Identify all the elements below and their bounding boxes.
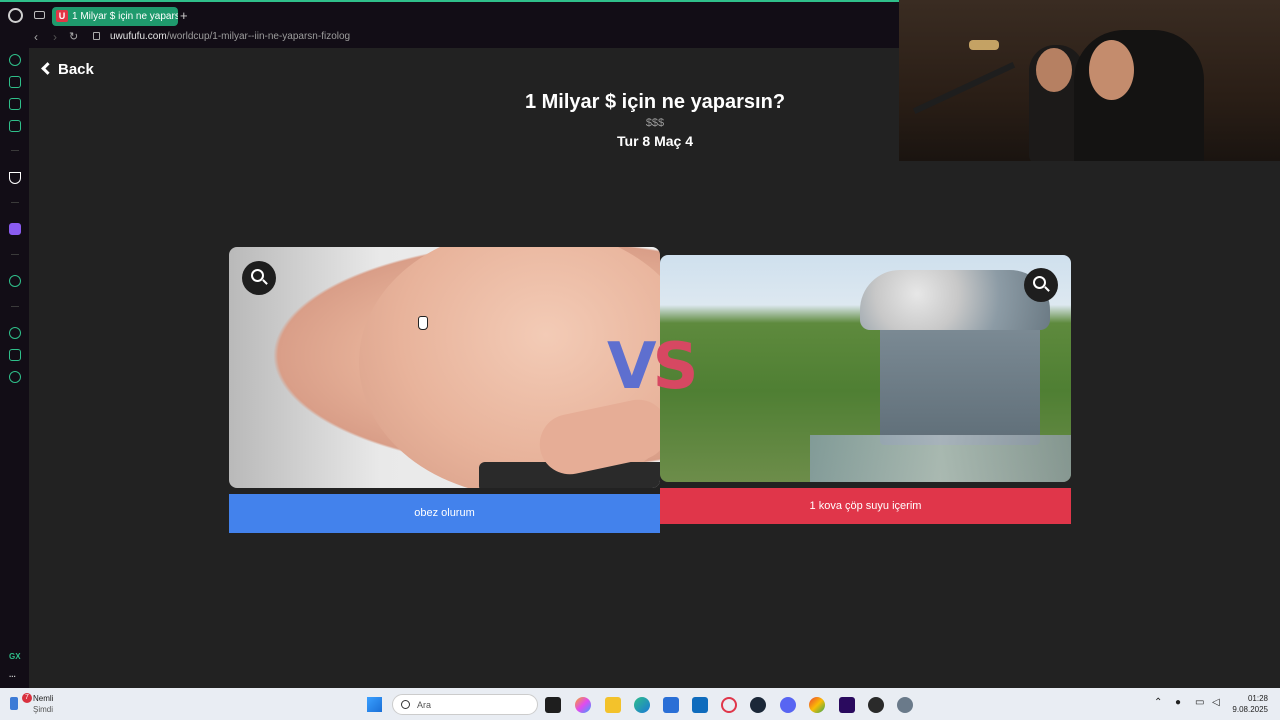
refresh-icon[interactable] xyxy=(9,54,21,66)
weather-widget[interactable]: 7 xyxy=(10,693,32,711)
chevron-left-icon xyxy=(41,62,54,75)
clock-time: 01:28 xyxy=(1247,694,1268,703)
address-bar: ‹ › ↻ uwufufu.com/worldcup/1-milyar--iin… xyxy=(0,28,900,48)
zoom-right-icon[interactable] xyxy=(1024,268,1058,302)
ground-trash-shape xyxy=(810,435,1071,482)
gx-label[interactable]: GX xyxy=(9,652,21,661)
reload-icon[interactable]: ↻ xyxy=(69,30,78,43)
url-path: /worldcup/1-milyar--iin-ne-yaparsn-fizol… xyxy=(166,31,351,42)
mic-icon[interactable]: ● xyxy=(1175,697,1181,708)
lamp-shape xyxy=(969,40,999,50)
browser-tab[interactable]: U 1 Milyar $ için ne yaparsın xyxy=(52,7,178,26)
tray-chevron-icon[interactable]: ⌃ xyxy=(1154,697,1162,708)
twitch-icon[interactable] xyxy=(9,223,21,235)
sidebar-divider xyxy=(11,202,19,203)
chrome-icon[interactable] xyxy=(809,697,825,713)
premiere-icon[interactable] xyxy=(839,697,855,713)
weather-label: Nemli xyxy=(33,694,54,703)
taskbar: 7 Nemli Şimdi Ara ⌃ ● ▭ ◁ 01:28 9.08.202… xyxy=(0,688,1280,720)
flow-icon[interactable] xyxy=(9,98,21,110)
volume-icon[interactable]: ◁ xyxy=(1212,697,1220,708)
clock[interactable]: 01:28 9.08.2025 xyxy=(1232,693,1268,715)
sidebar-divider xyxy=(11,306,19,307)
sidebar-divider xyxy=(11,150,19,151)
weather-badge: 7 xyxy=(22,693,32,703)
webcam-overlay xyxy=(899,0,1280,161)
trash-pile-shape xyxy=(860,270,1050,330)
round-label: Tur 8 Maç 4 xyxy=(617,133,693,149)
url-field[interactable]: uwufufu.com/worldcup/1-milyar--iin-ne-ya… xyxy=(110,31,350,42)
sidebar: GX ... xyxy=(0,48,29,688)
face-right-shape xyxy=(1089,40,1134,100)
page-title: 1 Milyar $ için ne yaparsın? xyxy=(524,91,786,113)
title-block: 1 Milyar $ için ne yaparsın? $$$ Tur 8 M… xyxy=(425,91,885,149)
tab-title: 1 Milyar $ için ne yaparsın xyxy=(72,11,178,22)
forward-nav-icon[interactable]: › xyxy=(53,30,57,44)
page-description: $$$ xyxy=(645,117,665,129)
option-left-button[interactable]: obez olurum xyxy=(229,494,660,533)
search-icon xyxy=(401,700,410,709)
network-icon[interactable]: ▭ xyxy=(1195,697,1204,708)
weather-sub: Şimdi xyxy=(33,705,54,714)
new-tab-button[interactable]: + xyxy=(180,8,188,23)
task-view-icon[interactable] xyxy=(545,697,561,713)
option-right-button[interactable]: 1 kova çöp suyu içerim xyxy=(660,488,1071,524)
clock-date: 9.08.2025 xyxy=(1232,705,1268,714)
start-icon[interactable] xyxy=(367,697,382,712)
tab-islands-icon[interactable] xyxy=(34,11,45,19)
back-label: Back xyxy=(58,61,94,78)
lens-handle xyxy=(1044,286,1050,292)
sidebar-more-icon[interactable]: ... xyxy=(9,670,16,679)
screen: U 1 Milyar $ için ne yaparsın + ‹ › ↻ uw… xyxy=(0,0,1280,720)
option-left-image[interactable] xyxy=(229,247,660,488)
opera-logo-icon[interactable] xyxy=(8,8,23,23)
search-placeholder: Ara xyxy=(417,700,432,710)
edge-icon[interactable] xyxy=(634,697,650,713)
mic-arm-shape xyxy=(912,62,1016,114)
aria-icon[interactable] xyxy=(9,172,21,184)
lock-icon xyxy=(93,32,100,40)
steam-icon[interactable] xyxy=(750,697,766,713)
store-icon[interactable] xyxy=(663,697,679,713)
zoom-left-icon[interactable] xyxy=(242,261,276,295)
settings-app-icon[interactable] xyxy=(897,697,913,713)
vs-s: S xyxy=(652,330,699,404)
vs-label: VS xyxy=(607,330,699,404)
settings-icon[interactable] xyxy=(9,371,21,383)
player-icon[interactable] xyxy=(9,275,21,287)
history-icon[interactable] xyxy=(9,327,21,339)
extensions-icon[interactable] xyxy=(9,349,21,361)
taskbar-search[interactable]: Ara xyxy=(392,694,538,715)
discord-icon[interactable] xyxy=(780,697,796,713)
back-button[interactable]: Back xyxy=(41,61,94,78)
hand-cursor-icon xyxy=(418,316,428,330)
vs-v: V xyxy=(607,330,656,404)
url-domain: uwufufu.com xyxy=(110,31,167,42)
outlook-icon[interactable] xyxy=(692,697,708,713)
weather-icon xyxy=(10,697,18,710)
tab-favicon-icon: U xyxy=(56,10,68,22)
m-icon[interactable] xyxy=(9,120,21,132)
browser-tab-bar: U 1 Milyar $ için ne yaparsın + xyxy=(0,0,900,28)
opera-gx-icon[interactable] xyxy=(721,697,737,713)
copilot-icon[interactable] xyxy=(575,697,591,713)
back-nav-icon[interactable]: ‹ xyxy=(34,30,38,44)
lens-handle xyxy=(262,279,268,285)
face-left-shape xyxy=(1036,48,1072,92)
option-right-image[interactable] xyxy=(660,255,1071,482)
bin-shape xyxy=(880,315,1040,445)
sidebar-divider xyxy=(11,254,19,255)
file-explorer-icon[interactable] xyxy=(605,697,621,713)
obs-icon[interactable] xyxy=(868,697,884,713)
bag-icon[interactable] xyxy=(9,76,21,88)
